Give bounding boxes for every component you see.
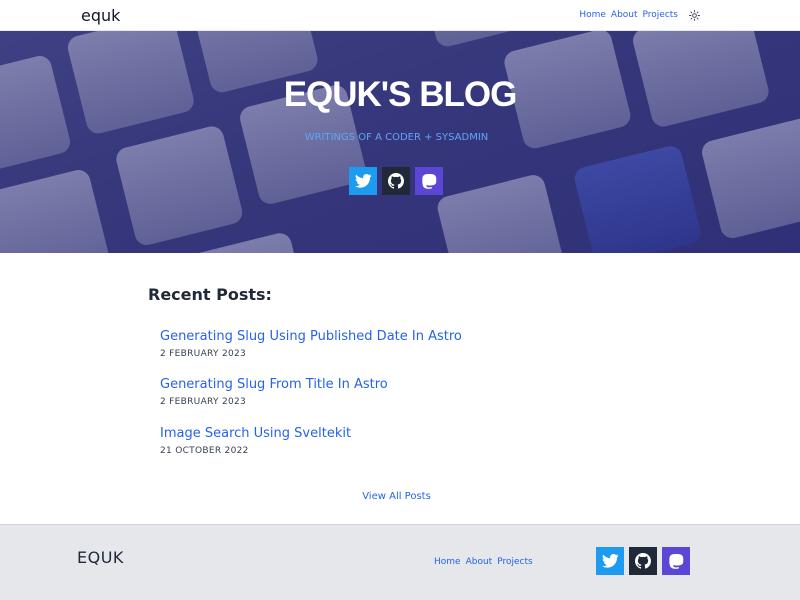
footer-social-links	[596, 547, 690, 575]
view-all-posts-link[interactable]: View All Posts	[0, 491, 793, 502]
main-content: Recent Posts: Generating Slug Using Publ…	[0, 253, 800, 524]
post-date: 2 FEBRUARY 2023	[160, 397, 247, 407]
footer-twitter-link[interactable]	[596, 547, 624, 575]
footer-link-home[interactable]: Home	[434, 557, 461, 567]
footer-nav: Home About Projects	[434, 557, 533, 567]
blog-subtitle: WRITINGS OF A CODER + SYSADMIN	[304, 132, 489, 143]
twitter-icon	[601, 554, 619, 568]
footer-link-about[interactable]: About	[466, 557, 493, 567]
hero-banner: EQUK'S BLOG WRITINGS OF A CODER + SYSADM…	[0, 31, 800, 253]
twitter-icon	[354, 174, 372, 188]
mastodon-icon	[668, 553, 683, 569]
post-item: Image Search Using Sveltekit 21 OCTOBER …	[160, 426, 351, 456]
footer-github-link[interactable]	[629, 547, 657, 575]
site-footer: EQUK Home About Projects	[0, 524, 800, 600]
twitter-link[interactable]	[349, 167, 377, 195]
theme-toggle-sun-icon[interactable]	[688, 9, 701, 22]
mastodon-link[interactable]	[415, 167, 443, 195]
nav-link-about[interactable]: About	[611, 10, 638, 20]
top-navbar: equk Home About Projects	[0, 0, 800, 31]
github-icon	[388, 173, 404, 189]
post-title-link[interactable]: Image Search Using Sveltekit	[160, 426, 351, 441]
footer-brand: EQUK	[77, 548, 124, 567]
hero-social-links	[349, 167, 443, 195]
mastodon-icon	[421, 173, 436, 189]
nav-link-projects[interactable]: Projects	[643, 10, 678, 20]
recent-posts-heading: Recent Posts:	[148, 285, 272, 304]
post-item: Generating Slug Using Published Date In …	[160, 329, 462, 359]
post-date: 21 OCTOBER 2022	[160, 446, 249, 456]
nav-link-home[interactable]: Home	[579, 10, 606, 20]
post-date: 2 FEBRUARY 2023	[160, 349, 247, 359]
main-nav: Home About Projects	[579, 10, 678, 20]
github-link[interactable]	[382, 167, 410, 195]
post-item: Generating Slug From Title In Astro 2 FE…	[160, 377, 388, 407]
site-brand-link[interactable]: equk	[81, 6, 120, 25]
footer-link-projects[interactable]: Projects	[497, 557, 532, 567]
post-title-link[interactable]: Generating Slug From Title In Astro	[160, 377, 388, 392]
post-title-link[interactable]: Generating Slug Using Published Date In …	[160, 329, 462, 344]
footer-mastodon-link[interactable]	[662, 547, 690, 575]
github-icon	[635, 553, 651, 569]
blog-title: EQUK'S BLOG	[283, 75, 518, 114]
